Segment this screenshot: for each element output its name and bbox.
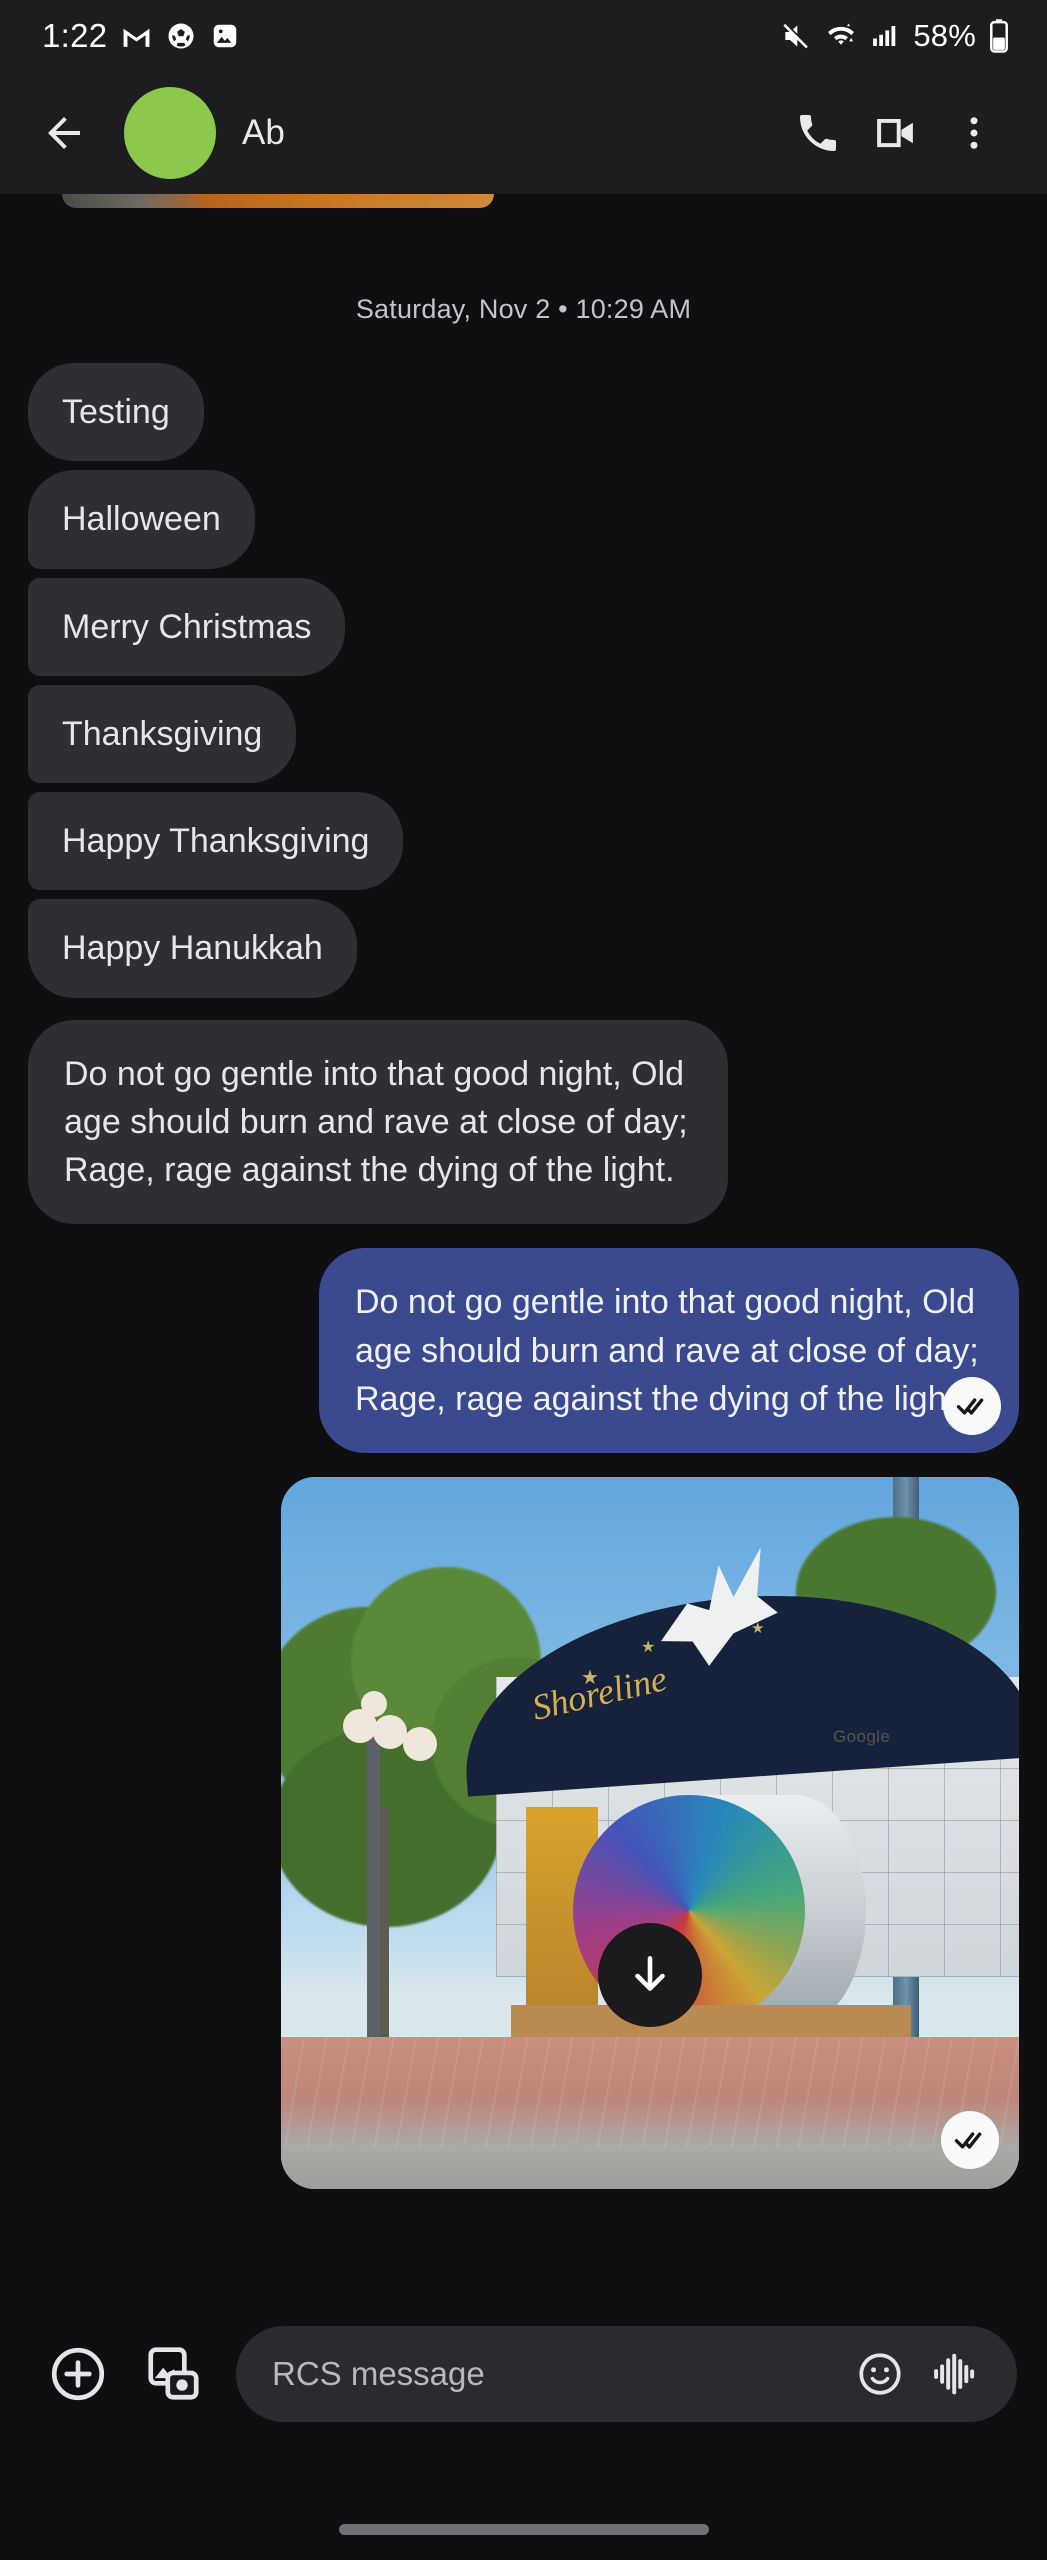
battery-icon (989, 19, 1009, 53)
photo-street-lamp (367, 1727, 380, 2038)
message-input-wrapper[interactable]: RCS message (236, 2326, 1017, 2422)
read-receipt-badge (941, 2111, 999, 2170)
message-bubble-outgoing[interactable]: Do not go gentle into that good night, O… (319, 1248, 1019, 1454)
photo-lamp-globe (373, 1715, 407, 1750)
message-text: Do not go gentle into that good night, O… (355, 1283, 979, 1418)
battery-percent: 58% (913, 18, 976, 53)
photo-lamp-globe (361, 1691, 387, 1718)
conversation-app-bar: Ab (0, 72, 1047, 194)
wifi-icon (825, 20, 857, 52)
message-thread[interactable]: Saturday, Nov 2 • 10:29 AM Testing Hallo… (0, 194, 1047, 2290)
double-check-icon (956, 1398, 984, 1415)
photo-attachment[interactable]: Shoreline ★ ★ ★ Google (281, 1477, 1019, 2190)
status-bar: 1:22 58% (0, 0, 1047, 72)
download-button[interactable] (598, 1923, 702, 2028)
signal-icon (870, 21, 900, 51)
more-options-button[interactable] (935, 94, 1013, 172)
messaging-app-screen: 1:22 58% Ab Saturday, Nov 2 • 10:29 AM T… (0, 0, 1047, 2560)
plus-circle-icon (51, 2347, 105, 2401)
previous-attachment-sliver[interactable] (62, 194, 494, 208)
message-bubble-incoming[interactable]: Do not go gentle into that good night, O… (28, 1019, 728, 1225)
sliver-gradient (62, 194, 494, 208)
system-nav-bar (0, 2498, 1047, 2560)
message-input[interactable]: RCS message (272, 2355, 843, 2393)
download-arrow-icon (635, 1956, 665, 1992)
avatar[interactable] (124, 87, 216, 179)
message-row: Do not go gentle into that good night, O… (28, 1019, 1019, 1225)
photo-star-icon: ★ (751, 1620, 765, 1638)
back-button[interactable] (28, 97, 100, 169)
message-bubble-incoming[interactable]: Thanksgiving (28, 684, 297, 784)
add-attachment-button[interactable] (30, 2326, 126, 2422)
voice-waveform-icon (934, 2353, 975, 2395)
mute-icon (780, 20, 812, 52)
home-gesture-handle[interactable] (338, 2523, 709, 2535)
photo-lamp-globe (403, 1727, 437, 1762)
status-bar-right: 58% (780, 18, 1009, 54)
voice-message-button[interactable] (917, 2337, 991, 2411)
photos-icon (210, 21, 240, 51)
message-row: Merry Christmas (28, 577, 1019, 676)
photo-brick-texture (281, 2037, 1019, 2148)
status-clock: 1:22 (42, 17, 108, 54)
message-bubble-incoming[interactable]: Merry Christmas (28, 577, 346, 676)
day-timestamp: Saturday, Nov 2 • 10:29 AM (355, 294, 692, 324)
message-row: Do not go gentle into that good night, O… (28, 1248, 1019, 1454)
emoji-smiley-icon (859, 2353, 901, 2395)
soccer-ball-icon (166, 21, 196, 51)
back-arrow-icon (48, 117, 80, 149)
read-receipt-badge (943, 1377, 1001, 1436)
message-bubble-incoming[interactable]: Testing (28, 363, 204, 462)
status-bar-left: 1:22 (42, 17, 240, 55)
emoji-button[interactable] (843, 2337, 917, 2411)
contact-name[interactable]: Ab (242, 113, 779, 153)
message-bubble-incoming[interactable]: Halloween (28, 470, 255, 569)
message-bubble-incoming[interactable]: Happy Hanukkah (28, 899, 357, 998)
gmail-icon (121, 21, 152, 52)
compose-bar: RCS message (0, 2290, 1047, 2498)
gallery-camera-icon (148, 2347, 199, 2400)
attachment-row: Shoreline ★ ★ ★ Google (28, 1477, 1019, 2190)
call-button[interactable] (779, 94, 857, 172)
photo-google-logo: Google (833, 1727, 891, 1747)
message-bubble-incoming[interactable]: Happy Thanksgiving (28, 792, 404, 891)
message-row: Thanksgiving (28, 684, 1019, 784)
overflow-menu-icon (970, 117, 978, 149)
video-camera-icon (877, 118, 913, 148)
message-row: Happy Thanksgiving (28, 792, 1019, 891)
photo-stage-base (511, 2005, 911, 2038)
double-check-icon (954, 2132, 982, 2149)
phone-icon (800, 115, 836, 151)
message-row: Testing (28, 363, 1019, 462)
message-row: Happy Hanukkah (28, 899, 1019, 998)
message-row: Halloween (28, 470, 1019, 569)
video-call-button[interactable] (857, 94, 935, 172)
photo-star-icon: ★ (581, 1667, 599, 1690)
photo-star-icon: ★ (641, 1639, 656, 1657)
gallery-camera-button[interactable] (126, 2326, 222, 2422)
